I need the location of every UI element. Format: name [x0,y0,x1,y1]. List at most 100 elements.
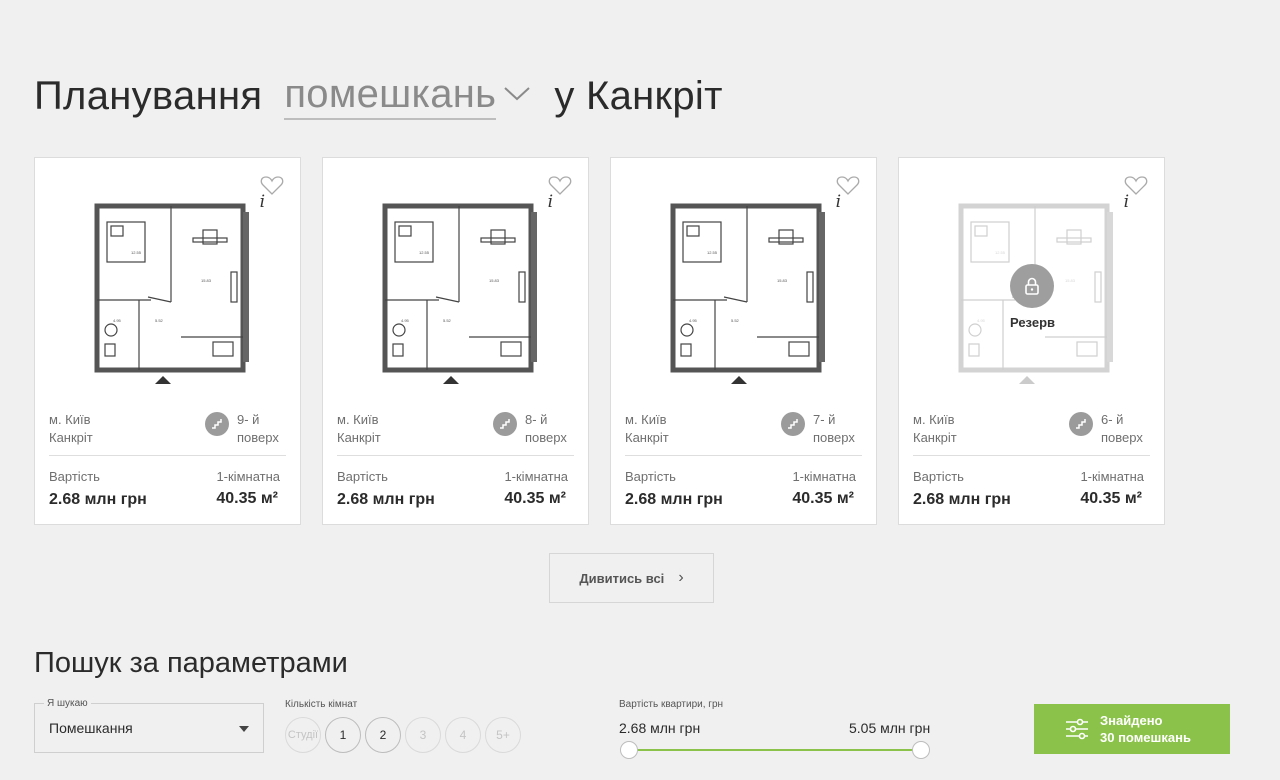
apartment-card[interactable]: i 12.55 15.83 4.95 5.52 Резерв м. Київ К… [898,157,1165,525]
card-floor-number: 9- й [237,412,260,427]
card-location: м. Київ Канкріт [625,411,669,447]
card-price: 2.68 млн грн [337,491,435,508]
card-city: м. Київ [49,412,91,427]
apartment-card[interactable]: i 12.55 15.83 4.95 5.52 м. Київ Канкріт … [610,157,877,525]
card-area: 40.35 м² [504,490,566,507]
room-option-button[interactable]: 3 [405,717,441,753]
card-location: м. Київ Канкріт [337,411,381,447]
chevron-down-icon [504,87,530,101]
price-min-handle[interactable] [620,741,638,759]
svg-text:15.83: 15.83 [201,278,212,283]
card-price: 2.68 млн грн [913,491,1011,508]
looking-for-select[interactable]: Помешкання [34,703,264,753]
price-range-label: Вартість квартири, грн [619,699,724,710]
found-results-button[interactable]: Знайдено 30 помешкань [1034,704,1230,754]
svg-text:4.95: 4.95 [689,318,698,323]
price-min-value: 2.68 млн грн [619,720,701,736]
card-city: м. Київ [913,412,955,427]
card-floor: 6- й поверх [1101,411,1143,447]
svg-text:12.55: 12.55 [131,250,142,255]
card-floor-number: 7- й [813,412,836,427]
svg-text:15.83: 15.83 [777,278,788,283]
card-floor-word: поверх [813,430,855,445]
card-floor: 7- й поверх [813,411,855,447]
svg-text:15.83: 15.83 [489,278,500,283]
found-count: 30 помешкань [1100,730,1191,745]
apartment-card[interactable]: i 12.55 15.83 4.95 5.52 м. Київ Канкріт … [34,157,301,525]
card-floor: 8- й поверх [525,411,567,447]
view-all-label: Дивитись всі [579,570,665,586]
svg-text:4.95: 4.95 [401,318,410,323]
card-area: 40.35 м² [792,490,854,507]
card-price-label: Вартість [625,469,676,484]
card-city: м. Київ [337,412,379,427]
price-max-value: 5.05 млн грн [849,720,931,736]
lock-icon [1010,264,1054,308]
card-location: м. Київ Канкріт [49,411,93,447]
card-complex: Канкріт [49,430,93,445]
room-option-button[interactable]: 4 [445,717,481,753]
svg-text:12.55: 12.55 [707,250,718,255]
apartment-cards: i 12.55 15.83 4.95 5.52 м. Київ Канкріт … [34,157,1165,525]
filter-sliders-icon [1066,718,1088,740]
card-complex: Канкріт [913,430,957,445]
property-type-dropdown[interactable]: помешкань [284,72,532,120]
page: Планування помешкань у Канкріт i 12.55 1… [0,0,1280,780]
svg-text:5.52: 5.52 [443,318,452,323]
card-price: 2.68 млн грн [49,491,147,508]
card-rooms: 1-кімнатна [1080,469,1144,484]
card-rooms: 1-кімнатна [504,469,568,484]
property-type-value: помешкань [284,72,497,120]
floor-plan-image: 12.55 15.83 4.95 5.52 [669,202,844,385]
card-divider [49,455,286,456]
price-range-track[interactable] [629,749,922,751]
floor-plan-image: 12.55 15.83 4.95 5.52 [93,202,268,385]
stairs-icon [781,412,805,436]
reserved-label: Резерв [1009,315,1056,330]
price-max-handle[interactable] [912,741,930,759]
card-floor: 9- й поверх [237,411,279,447]
svg-text:12.55: 12.55 [419,250,430,255]
card-location: м. Київ Канкріт [913,411,957,447]
card-price-label: Вартість [337,469,388,484]
svg-text:12.55: 12.55 [995,250,1006,255]
page-title: Планування помешкань у Канкріт [34,72,723,120]
view-all-button[interactable]: Дивитись всі › [549,553,714,603]
card-floor-word: поверх [1101,430,1143,445]
card-floor-word: поверх [525,430,567,445]
card-floor-number: 6- й [1101,412,1124,427]
card-floor-word: поверх [237,430,279,445]
card-divider [913,455,1150,456]
floor-plan-image: 12.55 15.83 4.95 5.52 [381,202,556,385]
looking-for-label: Я шукаю [44,698,91,709]
found-label: Знайдено [1100,713,1163,728]
caret-down-icon [239,726,249,732]
card-complex: Канкріт [337,430,381,445]
apartment-card[interactable]: i 12.55 15.83 4.95 5.52 м. Київ Канкріт … [322,157,589,525]
room-option-button[interactable]: 1 [325,717,361,753]
room-option-button[interactable]: Студії [285,717,321,753]
card-city: м. Київ [625,412,667,427]
card-floor-number: 8- й [525,412,548,427]
stairs-icon [493,412,517,436]
svg-text:5.52: 5.52 [731,318,740,323]
card-area: 40.35 м² [216,490,278,507]
svg-text:15.83: 15.83 [1065,278,1076,283]
card-complex: Канкріт [625,430,669,445]
stairs-icon [205,412,229,436]
card-price: 2.68 млн грн [625,491,723,508]
stairs-icon [1069,412,1093,436]
title-prefix: Планування [34,73,263,118]
room-count-options: Студії 1 2 3 4 5+ [285,717,521,753]
chevron-right-icon: › [678,569,684,586]
card-rooms: 1-кімнатна [792,469,856,484]
card-price-label: Вартість [49,469,100,484]
card-area: 40.35 м² [1080,490,1142,507]
title-suffix: у Канкріт [554,73,723,118]
search-title: Пошук за параметрами [34,647,348,679]
rooms-label: Кількість кімнат [285,699,358,710]
svg-text:4.95: 4.95 [113,318,122,323]
looking-for-value: Помешкання [49,720,133,736]
room-option-button[interactable]: 2 [365,717,401,753]
room-option-button[interactable]: 5+ [485,717,521,753]
